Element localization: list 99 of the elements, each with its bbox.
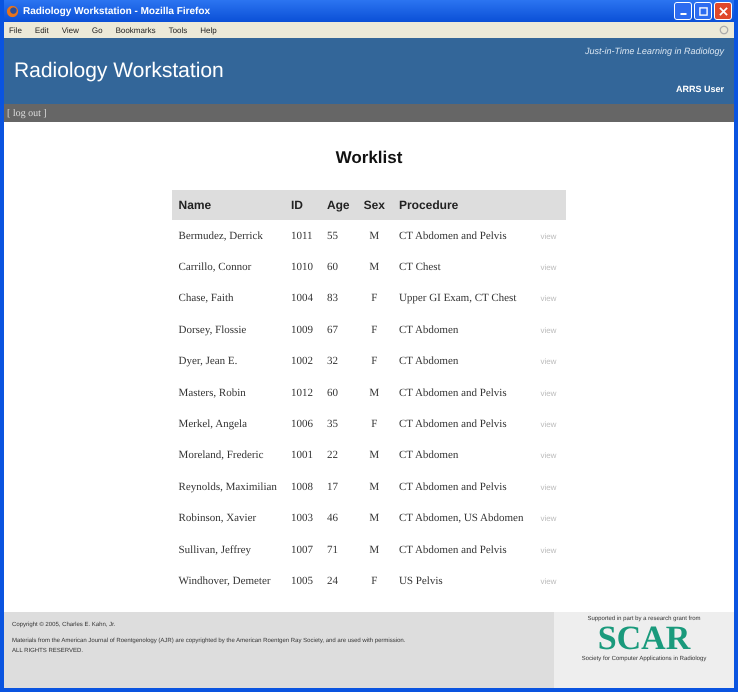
menu-item[interactable]: File: [9, 26, 22, 34]
table-cell-text: Merkel, Angela: [178, 417, 248, 432]
table-cell: M: [356, 220, 392, 252]
close-button[interactable]: [714, 2, 732, 20]
table-cell-text: Upper GI Exam, CT Chest: [398, 291, 518, 306]
view-link[interactable]: view: [540, 451, 556, 460]
worklist-title: Worklist: [336, 148, 402, 168]
table-cell-text: 17: [326, 480, 339, 495]
sponsor-logo[interactable]: SCAR: [598, 622, 690, 656]
table-cell-text: CT Abdomen and Pelvis: [398, 542, 508, 558]
table-cell-text: M: [368, 542, 380, 558]
menu-item[interactable]: Tools: [168, 26, 188, 34]
table-cell-text: CT Abdomen and Pelvis: [398, 480, 508, 495]
column-header: Sex: [356, 190, 392, 220]
table-cell-text: Windhover, Demeter: [178, 574, 272, 589]
table-cell-text: M: [368, 260, 380, 276]
table-cell-text: 32: [326, 354, 339, 370]
view-link[interactable]: view: [540, 326, 556, 335]
user-name: ARRS User: [676, 84, 724, 94]
view-link[interactable]: view: [540, 263, 556, 272]
table-cell-text: 1009: [290, 322, 314, 338]
maximize-button[interactable]: [694, 2, 712, 20]
table-cell-text: 46: [326, 511, 339, 526]
table-cell-text: 1010: [290, 260, 314, 276]
table-cell-text: 1007: [290, 542, 314, 558]
table-cell-text: US Pelvis: [398, 574, 444, 589]
table-cell-text: CT Abdomen: [398, 448, 460, 464]
table-cell-text: CT Abdomen and Pelvis: [398, 386, 508, 401]
menu-item[interactable]: Edit: [34, 26, 49, 34]
view-link[interactable]: view: [540, 232, 556, 241]
table-cell-text: Dorsey, Flossie: [178, 322, 248, 338]
column-header: Name: [172, 190, 284, 220]
table-cell-text: F: [370, 574, 378, 589]
menu-item[interactable]: View: [62, 26, 79, 34]
table-cell-text: 83: [326, 291, 339, 306]
table-cell-text: F: [370, 322, 378, 338]
table-cell-text: F: [370, 291, 378, 306]
table-cell: CT Abdomen and Pelvis: [392, 220, 530, 252]
table-cell-text: 1004: [290, 291, 314, 306]
view-link[interactable]: view: [540, 514, 556, 524]
site-title: Radiology Workstation: [14, 59, 224, 83]
table-cell-text: Sullivan, Jeffrey: [178, 542, 252, 558]
throbber-icon: [719, 25, 729, 35]
table-cell-text: Reynolds, Maximilian: [178, 480, 278, 495]
table-cell-text: M: [368, 480, 380, 495]
table-cell: 55: [320, 220, 357, 252]
table-cell-text: 60: [326, 386, 339, 401]
table-cell-text: 67: [326, 322, 339, 338]
menu-item[interactable]: Bookmarks: [116, 26, 156, 34]
table-cell-text: 60: [326, 260, 339, 276]
table-cell-text: 1001: [290, 448, 314, 464]
view-link[interactable]: view: [540, 294, 556, 304]
table-cell-text: M: [368, 386, 380, 401]
table-cell-text: 71: [326, 542, 339, 558]
browser-icon: [6, 4, 19, 18]
table-cell-text: 1006: [290, 417, 314, 432]
table-cell-text: Chase, Faith: [178, 291, 235, 306]
table-cell-text: 1012: [290, 386, 314, 401]
table-cell: 1011: [284, 220, 320, 252]
table-cell-text: Moreland, Frederic: [178, 448, 264, 464]
minimize-button[interactable]: [674, 2, 692, 20]
table-cell-text: Carrillo, Connor: [178, 260, 252, 276]
table-cell-text: F: [370, 354, 378, 370]
table-cell-text: 1008: [290, 480, 314, 495]
column-header: ID: [284, 190, 320, 220]
close-icon: [718, 6, 728, 16]
log-out-link[interactable]: [ log out ]: [7, 108, 47, 118]
view-link[interactable]: view: [540, 388, 556, 398]
table-cell-text: CT Abdomen: [398, 322, 460, 338]
tagline: Just-in-Time Learning in Radiology: [585, 46, 724, 56]
view-link[interactable]: view: [540, 576, 556, 586]
table-cell-text: 1002: [290, 354, 314, 370]
table-cell-text: Robinson, Xavier: [178, 511, 258, 526]
table-cell-text: M: [368, 448, 380, 464]
table-cell-text: 1005: [290, 574, 314, 589]
minimize-icon: [680, 13, 686, 15]
table-cell-text: Masters, Robin: [178, 386, 247, 401]
window-title: Radiology Workstation - Mozilla Firefox: [23, 6, 210, 16]
table-cell-text: 35: [326, 417, 339, 432]
column-header: Age: [320, 190, 357, 220]
table-cell: Bermudez, Derrick: [172, 220, 284, 252]
table-cell-text: 24: [326, 574, 339, 589]
view-link[interactable]: view: [540, 357, 556, 366]
table-cell-text: CT Abdomen: [398, 354, 460, 370]
table-cell-text: CT Chest: [398, 260, 442, 276]
view-link[interactable]: view: [540, 482, 556, 492]
table-cell-text: F: [370, 417, 378, 432]
table-cell-text: CT Abdomen, US Abdomen: [398, 511, 524, 526]
table-cell-text: Dyer, Jean E.: [178, 354, 238, 370]
menu-item[interactable]: Go: [92, 26, 103, 34]
view-link[interactable]: view: [540, 420, 556, 430]
maximize-icon: [698, 6, 708, 16]
table-cell-text: M: [368, 511, 380, 526]
table-cell-text: 1003: [290, 511, 314, 526]
view-link[interactable]: view: [540, 546, 556, 555]
table-cell-text: CT Abdomen and Pelvis: [398, 417, 508, 432]
column-header: Procedure: [392, 190, 530, 220]
table-cell-text: 22: [326, 448, 339, 464]
menu-item[interactable]: Help: [200, 26, 217, 34]
